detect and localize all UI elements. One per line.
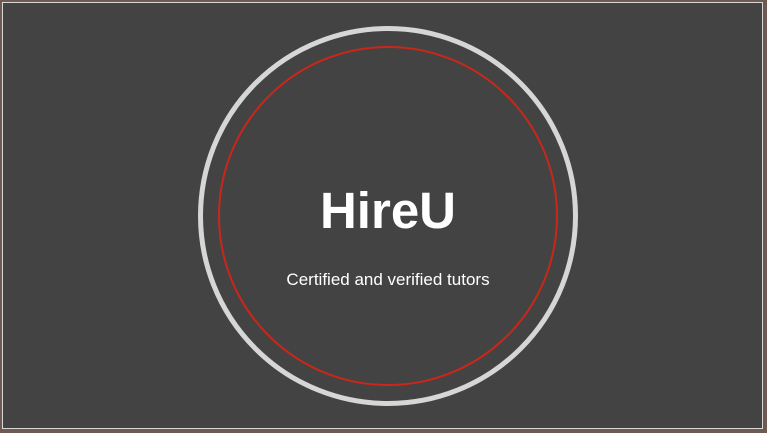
brand-tagline: Certified and verified tutors: [286, 270, 490, 289]
hero-banner: HireU Certified and verified tutors: [2, 2, 763, 429]
brand-title: HireU: [319, 182, 457, 239]
